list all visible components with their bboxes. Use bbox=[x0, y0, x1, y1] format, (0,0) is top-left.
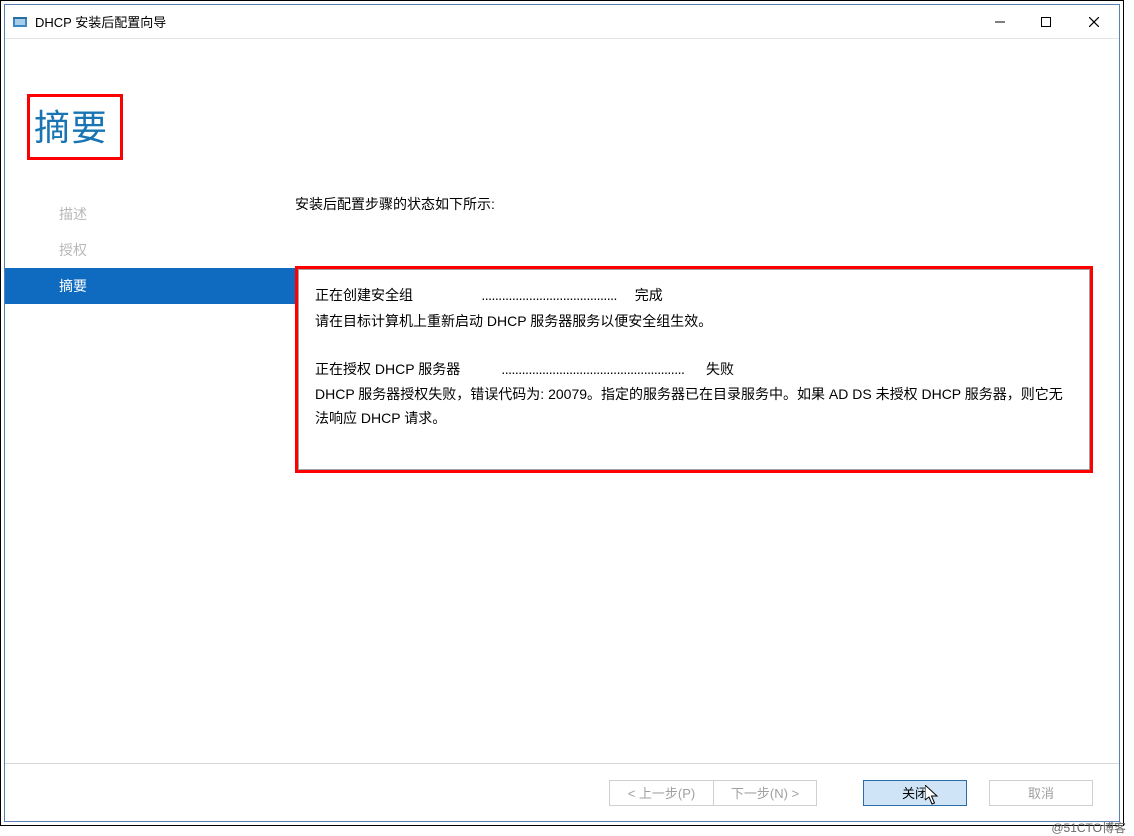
header-area: 摘要 bbox=[5, 39, 1119, 190]
wizard-footer: < 上一步(P) 下一步(N) > 关闭 取消 bbox=[5, 763, 1119, 821]
wizard-window: DHCP 安装后配置向导 摘要 bbox=[4, 4, 1120, 822]
status-textbox: 正在创建安全组 ................................… bbox=[298, 269, 1090, 470]
dots-separator: ........................................… bbox=[501, 358, 684, 382]
previous-button[interactable]: < 上一步(P) bbox=[609, 780, 713, 806]
intro-text: 安装后配置步骤的状态如下所示: bbox=[295, 194, 1093, 214]
close-button[interactable]: 关闭 bbox=[863, 780, 967, 806]
screenshot-frame: DHCP 安装后配置向导 摘要 bbox=[0, 0, 1124, 826]
watermark-text: @51CTO博客 bbox=[1051, 819, 1126, 836]
sidebar-item-summary[interactable]: 摘要 bbox=[5, 268, 295, 304]
wizard-content: 摘要 描述 授权 摘要 安装后配置步骤的状态如下所示: bbox=[5, 39, 1119, 821]
nav-button-group: < 上一步(P) 下一步(N) > bbox=[609, 780, 817, 806]
dots-separator bbox=[413, 284, 471, 308]
heading-highlight-box: 摘要 bbox=[27, 94, 123, 160]
main-panel: 安装后配置步骤的状态如下所示: 正在创建安全组 ................… bbox=[295, 190, 1119, 763]
window-controls bbox=[977, 5, 1119, 38]
maximize-button[interactable] bbox=[1023, 5, 1069, 38]
sidebar-item-authorization[interactable]: 授权 bbox=[55, 232, 295, 268]
body-row: 描述 授权 摘要 安装后配置步骤的状态如下所示: 正在创建安全组 bbox=[5, 190, 1119, 763]
dots-separator: ........................................ bbox=[481, 284, 617, 308]
close-window-button[interactable] bbox=[1069, 5, 1119, 38]
server-manager-icon bbox=[13, 14, 29, 30]
steps-sidebar: 描述 授权 摘要 bbox=[5, 190, 295, 763]
task-result: 完成 bbox=[635, 284, 663, 308]
task-result: 失败 bbox=[706, 358, 734, 382]
titlebar[interactable]: DHCP 安装后配置向导 bbox=[5, 5, 1119, 39]
spacer bbox=[694, 358, 706, 382]
dots-separator bbox=[460, 358, 491, 382]
status-row-authorize: 正在授权 DHCP 服务器 ..........................… bbox=[315, 358, 1073, 382]
task-label: 正在授权 DHCP 服务器 bbox=[315, 358, 460, 382]
status-note: 请在目标计算机上重新启动 DHCP 服务器服务以便安全组生效。 bbox=[315, 310, 1073, 334]
sidebar-item-label: 描述 bbox=[59, 206, 87, 222]
status-highlight-box: 正在创建安全组 ................................… bbox=[295, 266, 1093, 473]
page-heading: 摘要 bbox=[34, 99, 108, 151]
sidebar-item-description[interactable]: 描述 bbox=[55, 196, 295, 232]
task-label: 正在创建安全组 bbox=[315, 284, 413, 308]
status-note: DHCP 服务器授权失败，错误代码为: 20079。指定的服务器已在目录服务中。… bbox=[315, 383, 1073, 431]
minimize-button[interactable] bbox=[977, 5, 1023, 38]
sidebar-item-label: 摘要 bbox=[59, 278, 87, 294]
cancel-button[interactable]: 取消 bbox=[989, 780, 1093, 806]
spacer bbox=[315, 334, 1073, 358]
next-button[interactable]: 下一步(N) > bbox=[713, 780, 817, 806]
spacer bbox=[627, 284, 635, 308]
window-title: DHCP 安装后配置向导 bbox=[35, 12, 977, 31]
sidebar-item-label: 授权 bbox=[59, 242, 87, 258]
status-row-create-group: 正在创建安全组 ................................… bbox=[315, 284, 1073, 308]
